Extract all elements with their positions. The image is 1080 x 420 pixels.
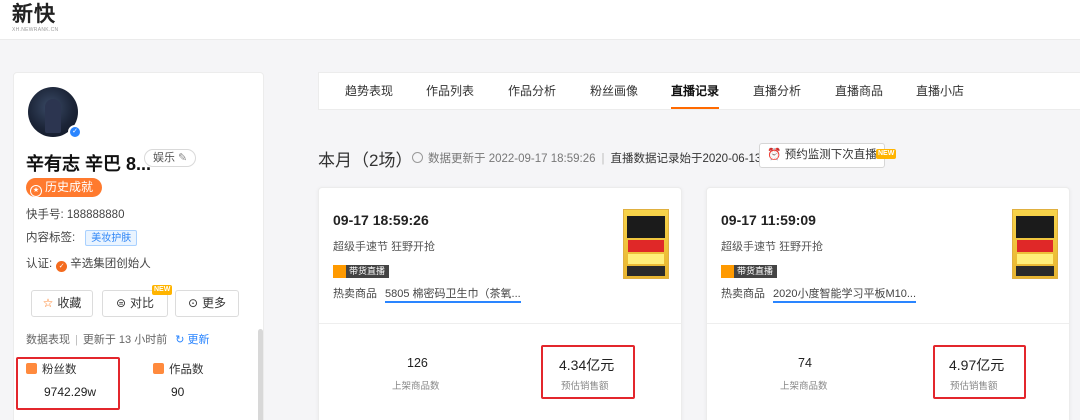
more-button[interactable]: ⊙ 更多 (175, 290, 239, 317)
live-subtitle: 超级手速节 狂野开抢 (721, 241, 824, 253)
logo-subtext: XH.NEWRANK.CN (12, 27, 59, 33)
hot-product-link[interactable]: 5805 棉密码卫生巾（茶氧... (385, 288, 521, 303)
avatar-figure (45, 99, 61, 133)
medal-icon: ★ (30, 185, 42, 197)
cart-icon (721, 265, 734, 278)
content-tag-label: 内容标签: (26, 232, 76, 244)
cart-icon (333, 265, 346, 278)
kuaishou-id-label: 快手号: (26, 209, 64, 221)
honor-badge[interactable]: ★ 历史成就 (26, 178, 103, 197)
hot-product-row: 热卖商品 2020小度智能学习平板M10... (721, 285, 917, 303)
live-type-label: 带货直播 (349, 266, 386, 276)
month-meta: 数据更新于 2022-09-17 18:59:26 | 直播数据记录始于2020-0… (412, 150, 761, 166)
verified-icon: ✓ (68, 125, 82, 139)
content-tag[interactable]: 美妆护肤 (85, 230, 138, 246)
card-divider (707, 323, 1069, 324)
works-value: 90 (171, 385, 185, 399)
honor-label: 历史成就 (45, 180, 94, 194)
profile-name: 辛有志 辛巴 8... (26, 154, 152, 174)
refresh-label: 更新 (187, 334, 210, 346)
scrollbar[interactable] (258, 329, 263, 420)
live-type-badge: 带货直播 (333, 265, 390, 278)
update-time: 更新于 13 小时前 (82, 334, 168, 346)
products-count-label: 上架商品数 (780, 381, 828, 392)
top-bar: 新快 XH.NEWRANK.CN (0, 0, 1080, 40)
month-title: 本月（2场） (318, 151, 413, 170)
tab-works-list[interactable]: 作品列表 (426, 73, 474, 109)
hot-label: 热卖商品 (333, 288, 377, 300)
live-cover-image[interactable] (623, 209, 669, 279)
cert-label: 认证: (26, 258, 53, 270)
logo-text: 新快 (12, 3, 56, 26)
tab-live-analysis[interactable]: 直播分析 (753, 73, 801, 109)
cert-text: 辛选集团创始人 (70, 258, 151, 270)
compare-new-badge: NEW (152, 285, 173, 295)
alarm-icon: ⏰ (767, 149, 782, 161)
category-tag[interactable]: 娱乐 ✎ (144, 149, 197, 167)
clock-icon (412, 152, 423, 163)
monitor-new-badge: NEW (876, 149, 897, 159)
hot-product-row: 热卖商品 5805 棉密码卫生巾（茶氧... (333, 285, 521, 303)
sales-highlight-box (933, 345, 1026, 399)
data-perf-label: 数据表现 (26, 334, 70, 346)
hot-label: 热卖商品 (721, 288, 765, 300)
monitor-label: 预约监测下次直播 (784, 149, 877, 161)
works-label-text: 作品数 (169, 364, 204, 376)
kuaishou-id-value: 188888880 (66, 209, 125, 221)
live-type-label: 带货直播 (737, 266, 774, 276)
tab-trend[interactable]: 趋势表现 (345, 73, 393, 109)
hot-product-link[interactable]: 2020小度智能学习平板M10... (773, 288, 917, 303)
kuaishou-id-row: 快手号: 188888880 (26, 206, 124, 222)
update-row: 数据表现 | 更新于 13 小时前 ↻ 更新 (26, 331, 210, 347)
edit-icon[interactable]: ✎ (178, 152, 187, 164)
tab-live-shop[interactable]: 直播小店 (916, 73, 964, 109)
works-icon (153, 363, 164, 374)
refresh-icon: ↻ (175, 334, 185, 346)
compare-label: 对比 (130, 296, 155, 310)
cert-row: 认证: ✓ 辛选集团创始人 (26, 255, 151, 272)
cert-icon: ✓ (56, 261, 68, 272)
favorite-label: 收藏 (57, 296, 82, 310)
data-update-text: 数据更新于 2022-09-17 18:59:26 (428, 153, 596, 165)
card-divider (319, 323, 681, 324)
category-tag-label: 娱乐 (153, 152, 175, 164)
separator: | (75, 334, 78, 346)
live-time: 09-17 18:59:26 (333, 212, 429, 228)
fans-highlight-box (16, 357, 120, 410)
favorite-button[interactable]: ☆ 收藏 (31, 290, 93, 317)
live-subtitle: 超级手速节 狂野开抢 (333, 241, 436, 253)
star-icon: ☆ (42, 296, 54, 310)
tab-live-products[interactable]: 直播商品 (835, 73, 883, 109)
refresh-button[interactable]: ↻ 更新 (175, 334, 209, 346)
logo[interactable]: 新快 XH.NEWRANK.CN (12, 3, 58, 33)
record-start-text: 直播数据记录始于2020-06-13 (610, 153, 762, 165)
products-count: 74 (798, 356, 812, 370)
tab-bar: 趋势表现 作品列表 作品分析 粉丝画像 直播记录 直播分析 直播商品 直播小店 (318, 72, 1080, 110)
products-count-label: 上架商品数 (392, 381, 440, 392)
tab-works-analysis[interactable]: 作品分析 (508, 73, 556, 109)
monitor-next-live-button[interactable]: ⏰ 预约监测下次直播 (759, 143, 885, 168)
live-time: 09-17 11:59:09 (721, 212, 816, 228)
compare-icon: ⊜ (115, 296, 127, 310)
live-type-badge: 带货直播 (721, 265, 778, 278)
tab-fans-profile[interactable]: 粉丝画像 (590, 73, 638, 109)
more-icon: ⊙ (187, 296, 199, 310)
works-label: 作品数 (153, 361, 204, 377)
live-cover-image[interactable] (1012, 209, 1058, 279)
content-tag-row: 内容标签: 美妆护肤 (26, 229, 138, 246)
more-label: 更多 (202, 296, 227, 310)
sales-highlight-box (541, 345, 635, 399)
separator: | (601, 153, 605, 165)
tab-live-records[interactable]: 直播记录 (671, 73, 720, 109)
products-count: 126 (407, 356, 428, 370)
